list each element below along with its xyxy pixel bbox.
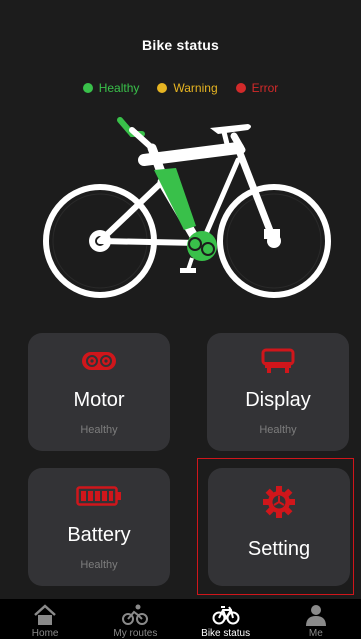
tab-my-routes-label: My routes [113, 628, 158, 639]
home-icon [34, 604, 56, 625]
warning-dot-icon [157, 83, 168, 93]
motor-unit [187, 231, 217, 261]
display-card[interactable]: Display Healthy [207, 333, 349, 451]
tab-home[interactable]: Home [0, 599, 90, 639]
legend-warning-label: Warning [173, 81, 218, 95]
legend-healthy: Healthy [82, 81, 140, 95]
person-icon [305, 605, 326, 626]
motor-card[interactable]: Motor Healthy [28, 333, 170, 451]
cyclist-icon [122, 604, 149, 625]
healthy-dot-icon [82, 83, 93, 93]
tab-bike-status-label: Bike status [201, 628, 251, 639]
motor-status: Healthy [80, 424, 118, 436]
tab-my-routes[interactable]: My routes [90, 599, 180, 639]
battery-label: Battery [67, 524, 131, 546]
tab-bike-status[interactable]: Bike status [181, 599, 271, 639]
legend-error-label: Error [251, 81, 279, 95]
legend-error: Error [235, 81, 279, 95]
setting-label: Setting [247, 538, 311, 560]
battery-icon [76, 482, 122, 510]
bike-illustration [43, 117, 331, 298]
seat [210, 124, 251, 134]
legend-healthy-label: Healthy [98, 81, 140, 95]
tab-me[interactable]: Me [271, 599, 361, 639]
tab-bar: Home My routes Bike status Me [0, 599, 361, 639]
setting-card[interactable]: Setting [208, 468, 350, 586]
display-status: Healthy [259, 424, 297, 436]
status-legend: Healthy Warning Error [0, 81, 361, 95]
handlebar [117, 117, 155, 151]
gear-icon [262, 486, 296, 518]
motor-icon [81, 347, 117, 375]
display-label: Display [245, 389, 311, 411]
error-dot-icon [235, 83, 246, 93]
battery-card[interactable]: Battery Healthy [28, 468, 170, 586]
motor-label: Motor [73, 389, 125, 411]
legend-warning: Warning [157, 81, 218, 95]
tab-me-label: Me [308, 628, 323, 639]
display-icon [261, 347, 295, 375]
battery-pack [154, 168, 196, 230]
battery-status: Healthy [80, 559, 118, 571]
tab-home-label: Home [31, 628, 59, 639]
page-title: Bike status [142, 37, 219, 53]
bike-icon [212, 606, 240, 625]
